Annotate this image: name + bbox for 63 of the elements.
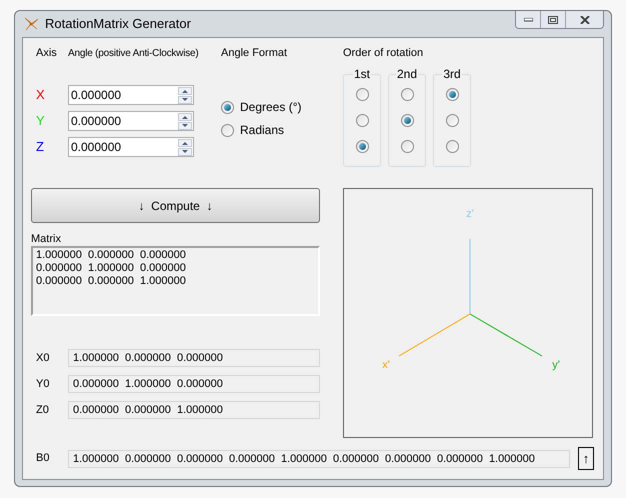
close-icon <box>580 16 590 24</box>
radio-button[interactable] <box>356 114 368 127</box>
b0-field: 1.000000 0.000000 0.000000 0.000000 1.000000 0.000000 0.000000 0.000000 1.000000 <box>68 450 570 468</box>
column-header: Angle (positive Anti-Clockwise) <box>68 47 200 61</box>
radio-button[interactable] <box>400 88 414 101</box>
down-arrow-icon <box>181 122 189 128</box>
minimize-icon <box>524 18 532 22</box>
b0-label: B0 <box>36 451 50 466</box>
radio-button[interactable] <box>446 88 458 101</box>
radio-label[interactable]: Degrees (°) <box>240 98 302 116</box>
angle-spinner[interactable]: 0.000000 <box>68 85 194 105</box>
vector-field: 0.000000 0.000000 1.000000 <box>68 401 320 419</box>
angle-spinner[interactable]: 0.000000 <box>68 111 194 131</box>
vector-field: 0.000000 1.000000 0.000000 <box>68 375 320 393</box>
close-button[interactable] <box>566 11 603 28</box>
spin-down-button[interactable] <box>178 148 192 156</box>
radio-button[interactable] <box>356 140 368 153</box>
axis-label: X <box>36 86 46 104</box>
down-arrow-icon <box>181 96 189 102</box>
radio-button[interactable] <box>446 114 458 127</box>
radio-button[interactable] <box>221 100 234 114</box>
app-icon <box>23 17 39 31</box>
up-arrow-icon <box>181 88 189 94</box>
up-arrow-icon <box>181 114 189 120</box>
vector-label: Z0 <box>36 402 50 418</box>
vector-label: X0 <box>36 350 50 366</box>
axis-label: Z <box>36 138 45 156</box>
angle-spinner[interactable]: 0.000000 <box>68 137 194 157</box>
radio-label[interactable]: Radians <box>240 121 284 139</box>
axis-label: y' <box>552 359 560 371</box>
axis-label: z' <box>466 208 474 220</box>
column-header: Axis <box>36 46 58 62</box>
window-title: RotationMatrix Generator <box>45 16 191 32</box>
group-label: 1st <box>352 67 371 81</box>
up-arrow-icon <box>181 140 189 146</box>
spin-up-button[interactable] <box>178 138 192 146</box>
matrix-line: 0.000000 1.000000 0.000000 <box>36 262 187 275</box>
matrix-label: Matrix <box>31 233 62 245</box>
vector-label: Y0 <box>36 376 50 392</box>
maximize-button[interactable] <box>541 11 566 28</box>
column-header: Angle Format <box>221 46 288 62</box>
vector-field: 1.000000 0.000000 0.000000 <box>68 349 320 367</box>
minimize-button[interactable] <box>516 11 541 28</box>
axis-label: Y <box>36 112 46 130</box>
radio-button[interactable] <box>400 140 414 153</box>
copy-up-button[interactable]: ↑ <box>578 447 594 470</box>
axis-label: x' <box>382 359 390 371</box>
spin-up-button[interactable] <box>178 112 192 120</box>
matrix-line: 1.000000 0.000000 0.000000 <box>36 249 187 262</box>
radio-button[interactable] <box>446 140 458 153</box>
column-header: Order of rotation <box>343 46 424 62</box>
spin-up-button[interactable] <box>178 86 192 94</box>
matrix-line: 0.000000 0.000000 1.000000 <box>36 275 187 288</box>
maximize-icon <box>548 16 558 24</box>
group-label: 2nd <box>396 67 418 81</box>
spin-down-button[interactable] <box>178 96 192 104</box>
group-label: 3rd <box>442 67 462 81</box>
radio-button[interactable] <box>400 114 414 127</box>
radio-button[interactable] <box>221 124 234 136</box>
radio-button[interactable] <box>356 88 368 101</box>
compute-button[interactable]: ↓ Compute ↓ <box>31 188 320 223</box>
spin-down-button[interactable] <box>178 122 192 130</box>
down-arrow-icon <box>181 148 189 154</box>
